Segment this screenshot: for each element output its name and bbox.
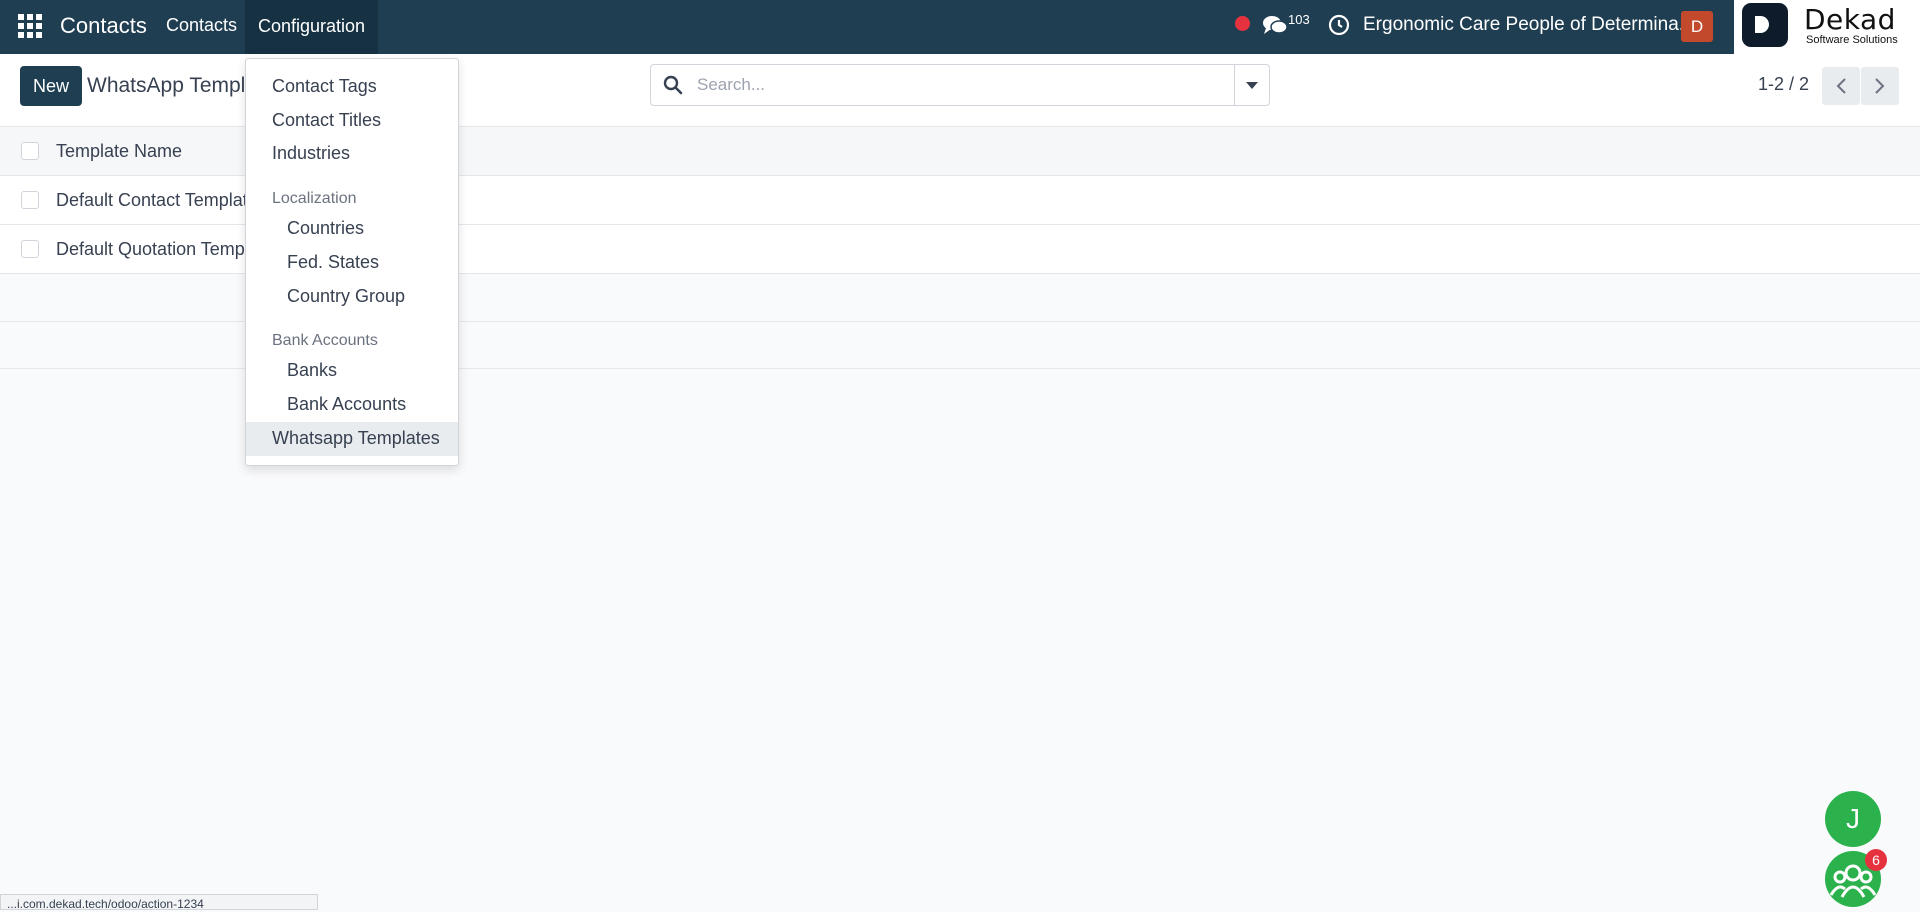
section-header-localization: Localization — [272, 190, 357, 207]
menu-item-label: Banks — [287, 360, 338, 380]
search-box — [650, 64, 1270, 106]
template-name-cell[interactable]: Default Quotation Templ — [56, 239, 249, 260]
logo-subtitle: Software Solutions — [1806, 34, 1898, 46]
column-header-template-name[interactable]: Template Name — [56, 141, 182, 162]
menu-configuration[interactable]: Configuration — [245, 0, 379, 54]
menu-item-label: Countries — [287, 218, 365, 238]
chat-user-button[interactable]: J — [1825, 791, 1881, 847]
search-options-toggle[interactable] — [1234, 65, 1270, 105]
menu-item-banks[interactable]: Banks — [246, 354, 458, 388]
menu-item-contact-titles[interactable]: Contact Titles — [246, 104, 458, 138]
caret-down-icon — [1246, 82, 1258, 89]
page-title: WhatsApp Templ — [87, 74, 246, 97]
menu-item-fed-states[interactable]: Fed. States — [246, 246, 458, 280]
menu-item-label: Contact Tags — [272, 76, 377, 96]
menu-item-label: Whatsapp Templates — [272, 428, 440, 448]
menu-item-whatsapp-templates[interactable]: Whatsapp Templates — [246, 422, 458, 456]
row-checkbox[interactable] — [21, 240, 39, 258]
menu-item-countries[interactable]: Countries — [246, 212, 458, 246]
row-checkbox[interactable] — [21, 191, 39, 209]
company-logo: Dekad Software Solutions — [1734, 0, 1920, 54]
select-all-checkbox[interactable] — [21, 142, 39, 160]
pager-value[interactable]: 1-2 / 2 — [1758, 74, 1809, 95]
logo-title: Dekad — [1804, 3, 1896, 36]
recording-indicator-icon[interactable] — [1235, 16, 1250, 31]
menu-item-bank-accounts[interactable]: Bank Accounts — [246, 388, 458, 422]
configuration-dropdown: Contact Tags Contact Titles Industries L… — [245, 58, 459, 466]
search-input[interactable] — [695, 66, 1199, 104]
chevron-right-icon — [1875, 78, 1885, 94]
new-button[interactable]: New — [20, 66, 82, 106]
menu-item-contact-tags[interactable]: Contact Tags — [246, 70, 458, 104]
app-brand[interactable]: Contacts — [60, 13, 147, 39]
chevron-left-icon — [1836, 78, 1846, 94]
menu-item-country-group[interactable]: Country Group — [246, 280, 458, 314]
user-avatar[interactable]: D — [1681, 11, 1713, 42]
menu-item-label: Bank Accounts — [287, 394, 407, 414]
activity-clock-icon[interactable] — [1328, 14, 1350, 36]
template-name-cell[interactable]: Default Contact Template — [56, 190, 258, 211]
menu-item-label: Fed. States — [287, 252, 380, 272]
menu-item-label: Contact Titles — [272, 110, 382, 130]
dekad-logo-icon — [1742, 3, 1788, 47]
company-switcher[interactable]: Ergonomic Care People of Determina... — [1363, 14, 1695, 36]
menu-item-label: Industries — [272, 143, 351, 163]
section-header-bank-accounts: Bank Accounts — [272, 332, 378, 349]
pager-previous-button[interactable] — [1822, 67, 1860, 105]
menu-item-industries[interactable]: Industries — [246, 137, 458, 171]
group-chat-badge: 6 — [1865, 849, 1887, 871]
status-bar-url: ...i.com.dekad.tech/odoo/action-1234 — [0, 894, 318, 910]
menu-contacts[interactable]: Contacts — [166, 15, 237, 36]
messages-count-badge: 103 — [1288, 12, 1310, 27]
apps-grid-icon[interactable] — [18, 14, 42, 38]
search-icon — [663, 75, 683, 95]
top-navbar: Contacts Contacts Configuration 103 Ergo… — [0, 0, 1920, 54]
menu-item-label: Country Group — [287, 286, 406, 306]
messages-icon[interactable] — [1262, 14, 1288, 38]
pager-next-button[interactable] — [1861, 67, 1899, 105]
